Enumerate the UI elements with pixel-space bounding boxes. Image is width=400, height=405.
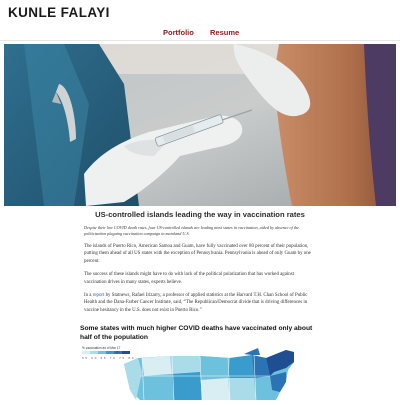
map-legend-scale <box>82 351 130 354</box>
paragraph-3-lead: In a <box>84 293 93 299</box>
legend-swatch <box>122 351 130 354</box>
legend-swatch <box>90 351 98 354</box>
article-paragraph-2: The success of these islands might have … <box>84 272 294 285</box>
article-paragraph-1: The islands of Puerto Rico, American Sam… <box>84 244 311 264</box>
site-title[interactable]: KUNLE FALAYI <box>8 5 110 20</box>
legend-swatch <box>114 351 122 354</box>
legend-swatch <box>106 351 114 354</box>
paragraph-3-rest: by Statnews, Rafael Irizarry, a professo… <box>84 293 308 313</box>
article-body: US-controlled islands leading the way in… <box>84 210 316 314</box>
nav-portfolio-link[interactable]: Portfolio <box>163 28 194 37</box>
report-link[interactable]: report <box>93 293 105 298</box>
header-divider <box>0 40 400 41</box>
hero-vaccination-photo <box>4 44 396 206</box>
map-legend-ticks: 55 60 65 70 75 80 <box>82 356 136 360</box>
section-heading: Some states with much higher COVID death… <box>80 325 313 341</box>
nav-resume-link[interactable]: Resume <box>210 28 239 37</box>
article-headline: US-controlled islands leading the way in… <box>95 210 305 219</box>
map-legend-title: % vaccination as of Mar 17 <box>82 346 121 350</box>
article-dek: Despite their low COVID death rates, fou… <box>84 225 299 236</box>
legend-swatch <box>82 351 90 354</box>
article-paragraph-3: In a report by Statnews, Rafael Irizarry… <box>84 292 316 314</box>
legend-swatch <box>98 351 106 354</box>
